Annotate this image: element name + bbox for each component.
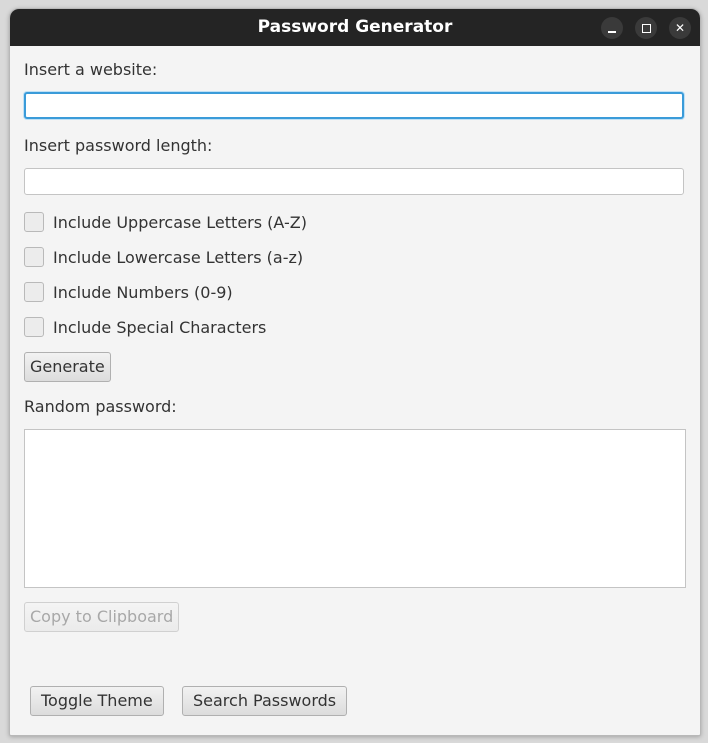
- search-passwords-button[interactable]: Search Passwords: [182, 686, 348, 716]
- numbers-label: Include Numbers (0-9): [53, 282, 233, 302]
- lowercase-checkbox[interactable]: [24, 247, 44, 267]
- length-input[interactable]: [24, 168, 684, 195]
- lowercase-label: Include Lowercase Letters (a-z): [53, 247, 304, 267]
- password-output[interactable]: [24, 429, 686, 588]
- copy-to-clipboard-button[interactable]: Copy to Clipboard: [24, 602, 180, 632]
- uppercase-checkbox[interactable]: [24, 212, 44, 232]
- special-checkbox[interactable]: [24, 317, 44, 337]
- generate-button[interactable]: Generate: [24, 352, 111, 382]
- length-label: Insert password length:: [24, 136, 213, 155]
- maximize-icon: [642, 24, 651, 33]
- website-label: Insert a website:: [24, 60, 158, 79]
- maximize-button[interactable]: [635, 17, 657, 39]
- minimize-icon: [608, 31, 616, 33]
- special-label: Include Special Characters: [53, 317, 267, 337]
- app-window: Password Generator ✕ Insert a website: I…: [9, 8, 701, 736]
- uppercase-label: Include Uppercase Letters (A-Z): [53, 212, 307, 232]
- website-input[interactable]: [24, 92, 684, 119]
- numbers-option[interactable]: Include Numbers (0-9): [24, 280, 233, 304]
- numbers-checkbox[interactable]: [24, 282, 44, 302]
- window-title: Password Generator: [257, 17, 453, 37]
- title-bar[interactable]: Password Generator ✕: [10, 9, 700, 46]
- minimize-button[interactable]: [601, 17, 623, 39]
- toggle-theme-button[interactable]: Toggle Theme: [30, 686, 164, 716]
- uppercase-option[interactable]: Include Uppercase Letters (A-Z): [24, 210, 307, 234]
- close-button[interactable]: ✕: [669, 17, 691, 39]
- lowercase-option[interactable]: Include Lowercase Letters (a-z): [24, 245, 303, 269]
- special-option[interactable]: Include Special Characters: [24, 315, 266, 339]
- result-label: Random password:: [24, 397, 177, 416]
- close-icon: ✕: [674, 21, 686, 35]
